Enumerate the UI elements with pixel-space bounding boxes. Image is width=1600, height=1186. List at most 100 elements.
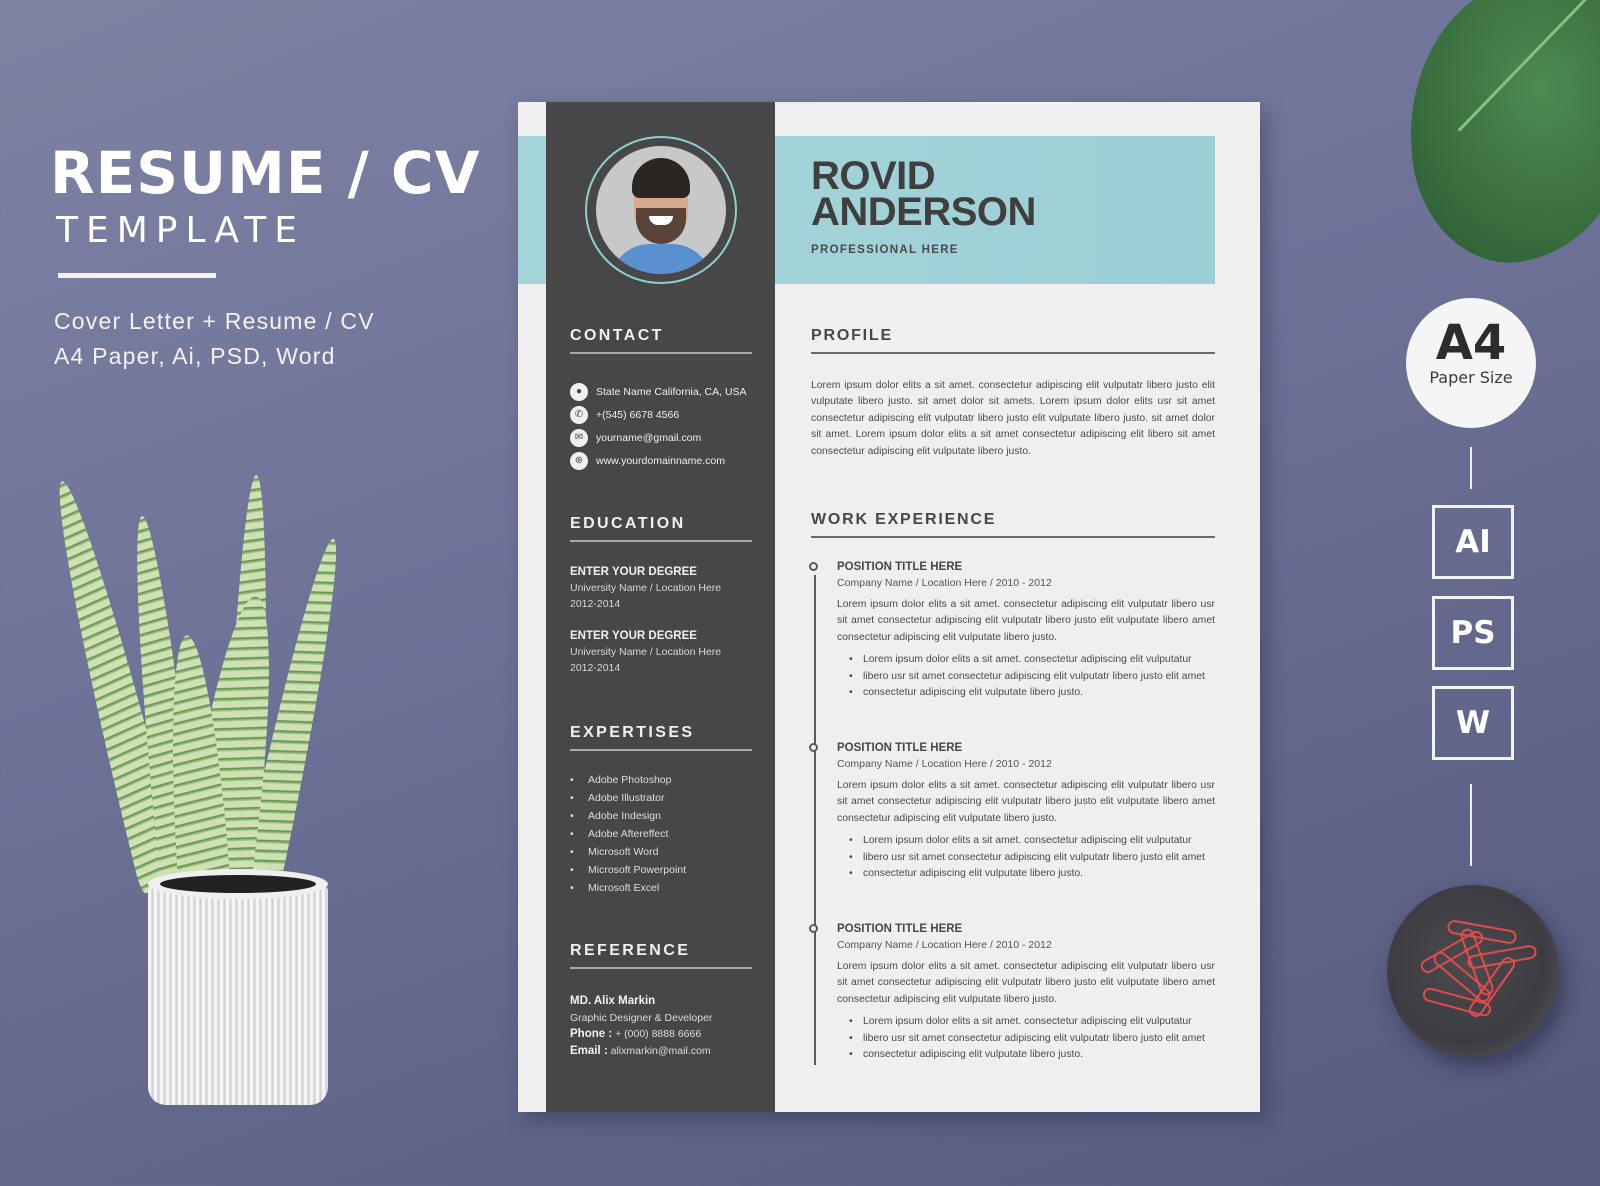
paper-size-label: Paper Size (1429, 368, 1513, 387)
resume-sidebar: CONTACT ● State Name California, CA, USA… (546, 102, 775, 1112)
a4-paper-badge: A4 Paper Size (1406, 298, 1536, 428)
job-company: Company Name / Location Here / 2010 - 20… (837, 577, 1052, 589)
globe-icon: ⊕ (570, 451, 588, 470)
plant-pot (148, 885, 328, 1105)
promo-subtitle: TEMPLATE (56, 210, 305, 251)
job-bullet: Lorem ipsum dolor elits a sit amet. cons… (849, 833, 1215, 850)
reference-phone-value: + (000) 8888 6666 (612, 1028, 702, 1040)
format-badge-ai: AI (1432, 505, 1514, 579)
profile-photo (596, 146, 726, 274)
phone-icon: ✆ (570, 405, 588, 424)
reference-email-label: Email : (570, 1044, 608, 1057)
reference-phone: Phone : + (000) 8888 6666 (570, 1026, 752, 1043)
education-heading: EDUCATION (570, 515, 752, 542)
education-item: ENTER YOUR DEGREE University Name / Loca… (570, 564, 752, 612)
job-bullet: Lorem ipsum dolor elits a sit amet. cons… (849, 1014, 1215, 1031)
edu-school: University Name / Location Here (570, 646, 722, 658)
promo-feature: Cover Letter + Resume / CV (54, 308, 375, 334)
job-entry: POSITION TITLE HERE Company Name / Locat… (809, 921, 1215, 1064)
reference-email: Email : alixmarkin@mail.com (570, 1043, 752, 1060)
job-bullet: libero usr sit amet consectetur adipisci… (849, 1031, 1215, 1048)
contact-item-phone: ✆ +(545) 6678 4566 (570, 403, 752, 426)
profile-text: Lorem ipsum dolor elits a sit amet. cons… (811, 380, 1215, 457)
job-description: Lorem ipsum dolor elits a sit amet. cons… (837, 780, 1215, 824)
reference-title: Graphic Designer & Developer (570, 1011, 713, 1024)
job-bullet: Lorem ipsum dolor elits a sit amet. cons… (849, 652, 1215, 669)
expertise-item: Adobe Photoshop (570, 771, 752, 789)
edu-degree: ENTER YOUR DEGREE (570, 630, 697, 642)
expertise-item: Microsoft Word (570, 843, 752, 861)
reference-phone-label: Phone : (570, 1028, 613, 1040)
timeline-dot (809, 562, 818, 571)
contact-website: www.yourdomainname.com (596, 454, 725, 467)
tropical-leaf-image (1389, 0, 1600, 275)
edu-years: 2012-2014 (570, 598, 621, 610)
contact-phone: +(545) 6678 4566 (596, 408, 680, 421)
job-bullet: consectetur adipiscing elit vulputate li… (849, 685, 1215, 702)
profile-photo-ring (585, 136, 737, 284)
edu-years: 2012-2014 (570, 662, 621, 674)
job-title: POSITION TITLE HERE (837, 742, 963, 754)
job-bullet: consectetur adipiscing elit vulputate li… (849, 866, 1215, 883)
job-bullet: libero usr sit amet consectetur adipisci… (849, 669, 1215, 686)
contact-item-website: ⊕ www.yourdomainname.com (570, 449, 752, 472)
work-heading: WORK EXPERIENCE (811, 511, 1215, 538)
education-section: EDUCATION ENTER YOUR DEGREE University N… (570, 515, 752, 676)
divider-line (1470, 784, 1472, 866)
reference-name: MD. Alix Markin (570, 995, 656, 1007)
timeline-dot (809, 743, 818, 752)
profile-heading: PROFILE (811, 327, 1215, 354)
contact-address: State Name California, CA, USA (596, 385, 747, 398)
promo-divider (58, 273, 216, 278)
snake-plant-image (39, 465, 360, 1105)
expertises-list: Adobe Photoshop Adobe Illustrator Adobe … (570, 771, 752, 897)
format-badge-ps: PS (1432, 596, 1514, 670)
reference-section: REFERENCE MD. Alix Markin Graphic Design… (570, 942, 752, 1059)
reference-heading: REFERENCE (570, 942, 752, 969)
job-entry: POSITION TITLE HERE Company Name / Locat… (809, 559, 1215, 702)
name-first: ROVID (811, 154, 936, 198)
contact-email: yourname@gmail.com (596, 431, 702, 444)
job-description: Lorem ipsum dolor elits a sit amet. cons… (837, 961, 1215, 1005)
job-bullet: libero usr sit amet consectetur adipisci… (849, 850, 1215, 867)
plant-pot-soil (160, 875, 316, 893)
contact-section: CONTACT ● State Name California, CA, USA… (570, 327, 752, 472)
name-block: ROVID ANDERSON PROFESSIONAL HERE (811, 154, 1036, 256)
reference-email-value: alixmarkin@mail.com (607, 1044, 711, 1057)
a4-label: A4 (1435, 315, 1507, 371)
promo-block: RESUME / CV TEMPLATE Cover Letter + Resu… (50, 140, 481, 374)
job-title: POSITION TITLE HERE (837, 561, 963, 573)
divider-line (1470, 447, 1472, 489)
format-badge-word: W (1432, 686, 1514, 760)
job-bullet: consectetur adipiscing elit vulputate li… (849, 1047, 1215, 1064)
education-item: ENTER YOUR DEGREE University Name / Loca… (570, 628, 752, 676)
resume-paper: CONTACT ● State Name California, CA, USA… (518, 102, 1260, 1112)
edu-degree: ENTER YOUR DEGREE (570, 566, 697, 578)
expertise-item: Adobe Indesign (570, 807, 752, 825)
expertise-item: Adobe Illustrator (570, 789, 752, 807)
promo-title: RESUME / CV (50, 139, 481, 207)
expertises-heading: EXPERTISES (570, 724, 752, 751)
work-experience-section: WORK EXPERIENCE POSITION TITLE HERE Comp… (809, 511, 1215, 1071)
professional-title: PROFESSIONAL HERE (811, 244, 959, 256)
job-company: Company Name / Location Here / 2010 - 20… (837, 758, 1052, 770)
expertise-item: Microsoft Powerpoint (570, 861, 752, 879)
job-description: Lorem ipsum dolor elits a sit amet. cons… (837, 599, 1215, 643)
contact-item-email: ✉ yourname@gmail.com (570, 426, 752, 449)
location-pin-icon: ● (570, 382, 588, 401)
job-entry: POSITION TITLE HERE Company Name / Locat… (809, 740, 1215, 883)
profile-section: PROFILE Lorem ipsum dolor elits a sit am… (811, 327, 1215, 460)
promo-feature: A4 Paper, Ai, PSD, Word (54, 343, 336, 369)
job-title: POSITION TITLE HERE (837, 923, 963, 935)
paperclip-bowl-image (1387, 885, 1559, 1057)
expertise-item: Adobe Aftereffect (570, 825, 752, 843)
timeline-dot (809, 924, 818, 933)
timeline-line (814, 575, 816, 1065)
expertises-section: EXPERTISES Adobe Photoshop Adobe Illustr… (570, 724, 752, 897)
contact-heading: CONTACT (570, 327, 752, 354)
expertise-item: Microsoft Excel (570, 879, 752, 897)
job-company: Company Name / Location Here / 2010 - 20… (837, 939, 1052, 951)
edu-school: University Name / Location Here (570, 582, 722, 594)
name-last: ANDERSON (811, 190, 1036, 234)
mail-icon: ✉ (570, 428, 588, 447)
